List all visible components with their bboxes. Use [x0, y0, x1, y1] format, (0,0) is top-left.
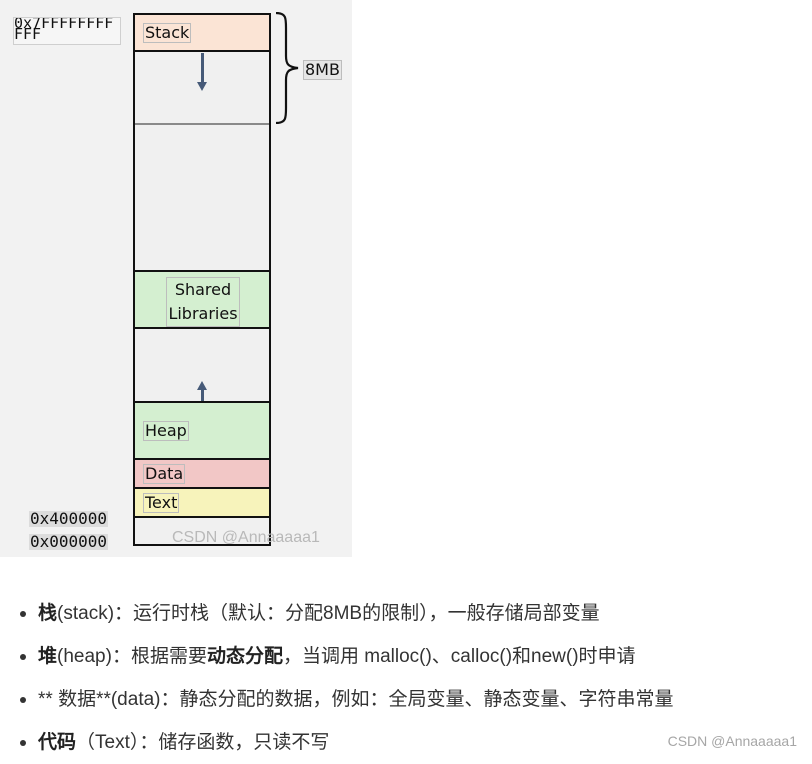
segment-text: Text: [135, 489, 269, 518]
segment-data-label: Data: [143, 464, 186, 484]
segment-stack: Stack: [135, 15, 269, 52]
stack-growth-down-arrow-icon: [197, 53, 207, 91]
term-code: 代码: [38, 732, 77, 753]
segment-stack-label: Stack: [143, 23, 192, 43]
list-item-stack: 栈(stack)：运行时栈（默认：分配8MB的限制），一般存储局部变量: [20, 592, 674, 635]
desc-heap-before: (heap)：根据需要: [57, 646, 207, 667]
segment-description-list: 栈(stack)：运行时栈（默认：分配8MB的限制），一般存储局部变量 堆(he…: [0, 592, 674, 764]
term-stack: 栈: [38, 603, 58, 624]
list-item-heap: 堆(heap)：根据需要动态分配，当调用 malloc()、calloc()和n…: [20, 635, 674, 678]
desc-data: ** 数据**(data)：静态分配的数据，例如：全局变量、静态变量、字符串常量: [38, 689, 674, 710]
segment-data: Data: [135, 460, 269, 489]
desc-stack: (stack)：运行时栈（默认：分配8MB的限制），一般存储局部变量: [57, 603, 600, 624]
list-item-text: 代码（Text）：储存函数，只读不写: [20, 721, 674, 764]
stack-limit-line: [135, 123, 269, 125]
segment-shared-label: Shared Libraries: [166, 277, 240, 327]
desc-heap-after: ，当调用 malloc()、calloc()和new()时申请: [282, 646, 636, 667]
segment-text-label: Text: [143, 493, 180, 513]
stack-size-label: 8MB: [303, 60, 342, 80]
desc-text: （Text）：储存函数，只读不写: [76, 732, 330, 753]
term-dynamic-alloc: 动态分配: [206, 646, 283, 667]
term-heap: 堆: [38, 646, 58, 667]
address-top-label: 0x7FFFFFFFFFFF: [13, 17, 121, 45]
address-text-start-label: 0x400000: [29, 509, 109, 528]
segment-heap-label: Heap: [143, 421, 189, 441]
segment-shared-libraries: Shared Libraries: [135, 270, 269, 329]
memory-box: Stack Shared Libraries Heap Data Text: [133, 13, 271, 546]
list-item-data: ** 数据**(data)：静态分配的数据，例如：全局变量、静态变量、字符串常量: [20, 678, 674, 721]
heap-growth-up-arrow-icon: [197, 381, 207, 401]
segment-heap: Heap: [135, 401, 269, 460]
page-watermark: CSDN @Annaaaaa1: [667, 733, 797, 749]
address-bottom-label: 0x000000: [29, 532, 109, 551]
memory-layout-figure: 0x7FFFFFFFFFFF 0x400000 0x000000 Stack S…: [0, 0, 352, 557]
figure-watermark: CSDN @Annaaaaa1: [172, 529, 320, 546]
right-brace-icon: [275, 12, 299, 124]
